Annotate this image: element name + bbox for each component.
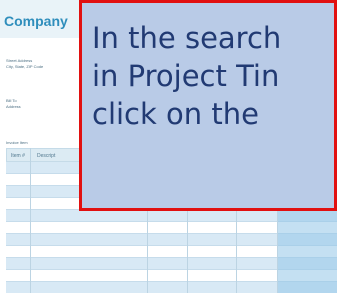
invoice-item-label: Invoice Item [6, 140, 28, 145]
city-state-zip: City, State, ZIP Code [6, 64, 44, 69]
bill-to-address: Address [6, 104, 21, 109]
instruction-text: In the search in Project Tin click on th… [92, 19, 337, 133]
instruction-line-1: In the search [92, 21, 282, 55]
company-name: Company [4, 13, 68, 29]
instruction-line-3: click on the [92, 97, 259, 131]
instruction-callout: In the search in Project Tin click on th… [79, 0, 337, 211]
column-header-item-number: Item # [11, 153, 25, 159]
street-address: Street Address [6, 58, 33, 63]
column-header-description: Descript [37, 153, 56, 159]
instruction-line-2: in Project Tin [92, 59, 280, 93]
column-divider [30, 148, 31, 293]
bill-to-label: Bill To [6, 98, 17, 103]
